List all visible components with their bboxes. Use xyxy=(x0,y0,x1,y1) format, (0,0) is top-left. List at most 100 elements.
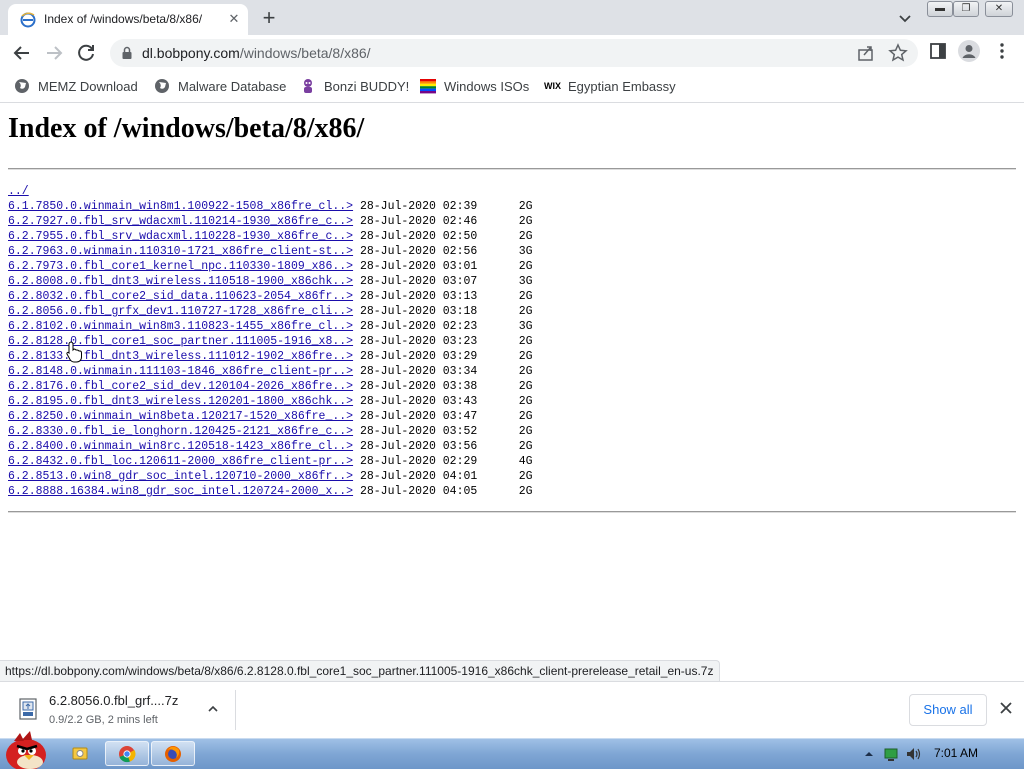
hand-cursor-icon xyxy=(66,341,82,363)
show-hidden-icons-arrow-icon[interactable] xyxy=(860,745,878,763)
file-link[interactable]: 6.2.8148.0.winmain.111103-1846_x86fre_cl… xyxy=(8,365,353,378)
globe-icon xyxy=(155,79,169,93)
file-row: 6.2.8432.0.fbl_loc.120611-2000_x86fre_cl… xyxy=(8,454,533,469)
file-link[interactable]: 6.1.7850.0.winmain_win8m1.100922-1508_x8… xyxy=(8,200,353,213)
file-link[interactable]: 6.2.8133.0.fbl_dnt3_wireless.111012-1902… xyxy=(8,350,353,363)
file-date: 28-Jul-2020 03:13 xyxy=(359,290,478,303)
file-link[interactable]: 6.2.8330.0.fbl_ie_longhorn.120425-2121_x… xyxy=(8,425,353,438)
file-link[interactable]: 6.2.8195.0.fbl_dnt3_wireless.120201-1800… xyxy=(8,395,353,408)
share-icon[interactable] xyxy=(856,43,876,63)
file-size: 3G xyxy=(518,245,533,258)
file-date: 28-Jul-2020 02:46 xyxy=(359,215,478,228)
file-link[interactable]: 6.2.8432.0.fbl_loc.120611-2000_x86fre_cl… xyxy=(8,455,353,468)
minimize-window-button[interactable]: ▬ xyxy=(927,1,953,17)
tab-search-chevron-icon[interactable] xyxy=(896,9,914,27)
file-size: 2G xyxy=(518,290,533,303)
file-row: 6.2.8148.0.winmain.111103-1846_x86fre_cl… xyxy=(8,364,533,379)
url-text[interactable]: dl.bobpony.com/windows/beta/8/x86/ xyxy=(142,45,371,61)
file-size: 2G xyxy=(518,470,533,483)
file-size: 2G xyxy=(518,215,533,228)
file-link[interactable]: 6.2.7955.0.fbl_srv_wdacxml.110228-1930_x… xyxy=(8,230,353,243)
show-all-downloads-button[interactable]: Show all xyxy=(909,694,987,726)
download-item[interactable]: 6.2.8056.0.fbl_grf....7z 0.9/2.2 GB, 2 m… xyxy=(10,688,234,732)
file-link[interactable]: 6.2.8250.0.winmain_win8beta.120217-1520_… xyxy=(8,410,353,423)
file-link[interactable]: 6.2.8008.0.fbl_dnt3_wireless.110518-1900… xyxy=(8,275,353,288)
bottom-divider xyxy=(8,511,1016,513)
bookmark-malware-database[interactable]: Malware Database xyxy=(154,77,286,95)
close-tab-icon[interactable]: ✕ xyxy=(226,11,242,27)
file-row: 6.2.8128.0.fbl_core1_soc_partner.111005-… xyxy=(8,334,533,349)
chrome-icon xyxy=(119,746,136,763)
parent-directory-link[interactable]: ../ xyxy=(8,185,29,198)
file-size: 2G xyxy=(518,425,533,438)
file-size: 2G xyxy=(518,440,533,453)
bookmark-star-icon[interactable] xyxy=(888,43,908,63)
tab-active[interactable]: Index of /windows/beta/8/x86/ ✕ xyxy=(8,4,248,35)
chevron-up-icon[interactable] xyxy=(206,702,220,716)
file-date: 28-Jul-2020 03:07 xyxy=(359,275,478,288)
taskbar-firefox[interactable] xyxy=(151,741,195,766)
network-icon[interactable] xyxy=(882,745,900,763)
file-link[interactable]: 6.2.8400.0.winmain_win8rc.120518-1423_x8… xyxy=(8,440,353,453)
file-date: 28-Jul-2020 04:01 xyxy=(359,470,478,483)
bookmark-egyptian-embassy[interactable]: WIX Egyptian Embassy xyxy=(544,77,676,95)
file-date: 28-Jul-2020 03:29 xyxy=(359,350,478,363)
directory-listing: ../ 6.1.7850.0.winmain_win8m1.100922-1508… xyxy=(8,184,533,499)
file-row: 6.2.8176.0.fbl_core2_sid_dev.120104-2026… xyxy=(8,379,533,394)
file-date: 28-Jul-2020 02:23 xyxy=(359,320,478,333)
bookmark-memz-download[interactable]: MEMZ Download xyxy=(14,77,138,95)
rainbow-flag-icon xyxy=(420,79,436,94)
bookmark-windows-isos[interactable]: Windows ISOs xyxy=(420,77,529,95)
forward-icon[interactable] xyxy=(42,41,66,65)
file-size: 2G xyxy=(518,380,533,393)
file-row: 6.2.8032.0.fbl_core2_sid_data.110623-205… xyxy=(8,289,533,304)
file-link[interactable]: 6.2.7927.0.fbl_srv_wdacxml.110214-1930_x… xyxy=(8,215,353,228)
download-progress-status: 0.9/2.2 GB, 2 mins left xyxy=(49,714,158,726)
file-link[interactable]: 6.2.8888.16384.win8_gdr_soc_intel.120724… xyxy=(8,485,353,498)
bookmark-bonzi-buddy[interactable]: Bonzi BUDDY! xyxy=(300,77,409,95)
taskbar-explorer[interactable] xyxy=(58,741,102,766)
angry-bird-start-icon[interactable] xyxy=(0,729,52,769)
new-tab-button[interactable]: + xyxy=(258,7,280,30)
file-date: 28-Jul-2020 02:56 xyxy=(359,245,478,258)
file-row: 6.2.8195.0.fbl_dnt3_wireless.120201-1800… xyxy=(8,394,533,409)
volume-icon[interactable] xyxy=(905,745,923,763)
menu-kebab-icon[interactable] xyxy=(992,41,1012,61)
file-link[interactable]: 6.2.8176.0.fbl_core2_sid_dev.120104-2026… xyxy=(8,380,353,393)
browser-toolbar: dl.bobpony.com/windows/beta/8/x86/ xyxy=(0,35,1024,71)
file-date: 28-Jul-2020 04:05 xyxy=(359,485,478,498)
file-date: 28-Jul-2020 03:38 xyxy=(359,380,478,393)
file-link[interactable]: 6.2.8513.0.win8_gdr_soc_intel.120710-200… xyxy=(8,470,353,483)
close-window-button[interactable]: ✕ xyxy=(985,1,1013,17)
windows-taskbar: 7:01 AM xyxy=(0,731,1024,769)
lock-icon[interactable] xyxy=(120,46,134,60)
file-row: 6.1.7850.0.winmain_win8m1.100922-1508_x8… xyxy=(8,199,533,214)
file-link[interactable]: 6.2.8056.0.fbl_grfx_dev1.110727-1728_x86… xyxy=(8,305,353,318)
file-row: 6.2.8102.0.winmain_win8m3.110823-1455_x8… xyxy=(8,319,533,334)
taskbar-chrome[interactable] xyxy=(105,741,149,766)
close-download-shelf-icon[interactable] xyxy=(998,700,1014,716)
file-date: 28-Jul-2020 03:52 xyxy=(359,425,478,438)
restore-window-button[interactable]: ❐ xyxy=(953,1,979,17)
address-bar[interactable]: dl.bobpony.com/windows/beta/8/x86/ xyxy=(110,39,918,67)
parent-directory-row: ../ xyxy=(8,184,533,199)
profile-avatar-icon[interactable] xyxy=(958,40,980,62)
file-link[interactable]: 6.2.8032.0.fbl_core2_sid_data.110623-205… xyxy=(8,290,353,303)
file-row: 6.2.7955.0.fbl_srv_wdacxml.110228-1930_x… xyxy=(8,229,533,244)
download-separator xyxy=(235,690,236,730)
file-row: 6.2.8056.0.fbl_grfx_dev1.110727-1728_x86… xyxy=(8,304,533,319)
side-panel-icon[interactable] xyxy=(928,41,948,61)
file-link[interactable]: 6.2.7973.0.fbl_core1_kernel_npc.110330-1… xyxy=(8,260,353,273)
ie-page-icon xyxy=(20,12,36,28)
back-icon[interactable] xyxy=(10,41,34,65)
file-date: 28-Jul-2020 03:47 xyxy=(359,410,478,423)
reload-icon[interactable] xyxy=(74,41,98,65)
file-link[interactable]: 6.2.8128.0.fbl_core1_soc_partner.111005-… xyxy=(8,335,353,348)
file-row: 6.2.7927.0.fbl_srv_wdacxml.110214-1930_x… xyxy=(8,214,533,229)
tab-strip: Index of /windows/beta/8/x86/ ✕ + ▬ ❐ ✕ xyxy=(0,0,1024,35)
file-link[interactable]: 6.2.8102.0.winmain_win8m3.110823-1455_x8… xyxy=(8,320,353,333)
file-size: 3G xyxy=(518,320,533,333)
file-link[interactable]: 6.2.7963.0.winmain.110310-1721_x86fre_cl… xyxy=(8,245,353,258)
file-date: 28-Jul-2020 03:18 xyxy=(359,305,478,318)
taskbar-clock[interactable]: 7:01 AM xyxy=(934,746,978,760)
